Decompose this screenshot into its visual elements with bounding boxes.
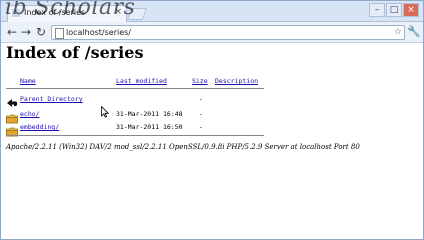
back-arrow-icon [6,94,18,107]
mouse-cursor-icon [101,103,110,118]
divider [6,88,264,89]
column-header-last-modified[interactable]: Last modified [116,77,167,85]
table-row: echo/ 31-Mar-2011 16:48 - [6,109,266,124]
folder-icon [6,109,18,124]
window-controls: – □ × [369,3,419,17]
forward-button[interactable]: → [19,25,33,39]
maximize-button[interactable]: □ [386,3,402,17]
table-row: embedding/ 31-Mar-2011 16:50 - [6,122,266,137]
column-header-name[interactable]: Name [20,77,36,85]
reload-button[interactable]: ↻ [34,25,48,39]
parent-directory-row: Parent Directory - [6,94,266,107]
watermark: ib Scholars [5,0,136,20]
close-window-button[interactable]: × [403,3,419,17]
size-value: - [199,110,203,118]
wrench-menu-icon[interactable]: 🔧 [407,25,421,39]
browser-toolbar: ← → ↻ localhost/series/ ☆ 🔧 [1,22,423,43]
bookmark-star-icon[interactable]: ☆ [394,26,402,39]
column-header-size[interactable]: Size [192,77,208,85]
page-title: Index of /series [6,43,144,62]
page-icon [55,28,64,39]
server-signature: Apache/2.2.11 (Win32) DAV/2 mod_ssl/2.2.… [6,143,360,151]
last-modified-value: 31-Mar-2011 16:48 [116,110,183,118]
size-value: - [199,95,203,103]
last-modified-value: 31-Mar-2011 16:50 [116,123,183,131]
divider [6,135,264,136]
folder-icon [6,122,18,137]
address-bar[interactable]: localhost/series/ ☆ [51,25,405,40]
back-button[interactable]: ← [5,25,19,39]
column-header-description[interactable]: Description [215,77,258,85]
size-value: - [199,123,203,131]
title-bar: Index of /series × – □ × ib Scholars [1,1,423,22]
parent-directory-link[interactable]: Parent Directory [20,95,83,103]
url-text[interactable]: localhost/series/ [66,26,131,39]
page-content: Index of /series Name Last modified Size… [1,43,423,239]
minimize-button[interactable]: – [369,3,385,17]
folder-link-echo[interactable]: echo/ [20,110,40,118]
folder-link-embedding[interactable]: embedding/ [20,123,59,131]
browser-window: Index of /series × – □ × ib Scholars ← →… [0,0,424,240]
